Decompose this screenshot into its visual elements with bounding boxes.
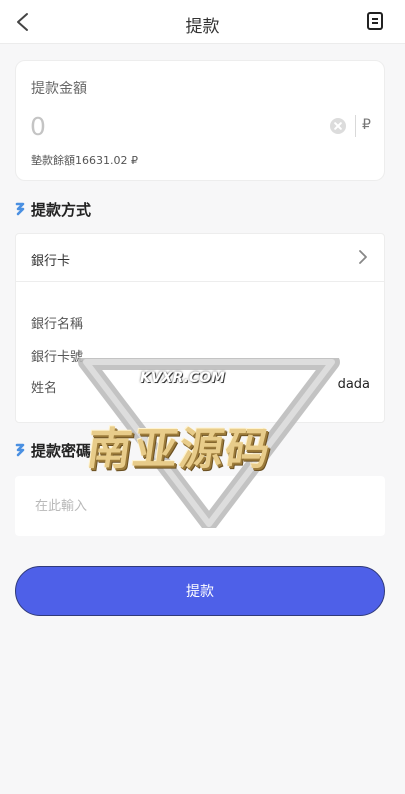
amount-label: 提款金額 xyxy=(31,81,87,97)
page-title: 提款 xyxy=(185,17,220,37)
withdraw-password-heading: 提款密碼 xyxy=(15,440,215,460)
password-input[interactable] xyxy=(35,494,365,518)
clear-icon[interactable] xyxy=(330,118,346,134)
password-card xyxy=(15,476,385,536)
chevron-right-icon xyxy=(359,250,367,264)
withdraw-submit-button[interactable]: 提款 xyxy=(15,566,385,616)
withdraw-method-card: 銀行卡 銀行名稱 銀行卡號 姓名 dada xyxy=(15,233,385,423)
section-mark-icon xyxy=(15,443,25,457)
name-value: dada xyxy=(337,377,370,392)
amount-card: 提款金額 ₽ 墊款餘額16631.02 ₽ xyxy=(15,60,385,181)
section-title-text: 提款方式 xyxy=(31,201,92,219)
section-mark-icon xyxy=(15,202,25,216)
withdraw-method-heading: 提款方式 xyxy=(15,199,215,219)
currency-symbol: ₽ xyxy=(362,117,371,133)
bank-card-label: 銀行卡 xyxy=(31,254,71,269)
name-label: 姓名 xyxy=(31,381,58,396)
bank-card-selector[interactable]: 銀行卡 xyxy=(16,234,384,282)
document-list-icon[interactable] xyxy=(367,12,383,30)
bank-name-label: 銀行名稱 xyxy=(31,317,84,332)
divider xyxy=(355,115,356,137)
amount-input[interactable] xyxy=(30,109,310,143)
balance-text: 墊款餘額16631.02 ₽ xyxy=(31,154,138,167)
bank-card-no-label: 銀行卡號 xyxy=(31,350,84,365)
top-bar: 提款 xyxy=(0,0,405,44)
section-title-text: 提款密碼 xyxy=(31,442,92,460)
